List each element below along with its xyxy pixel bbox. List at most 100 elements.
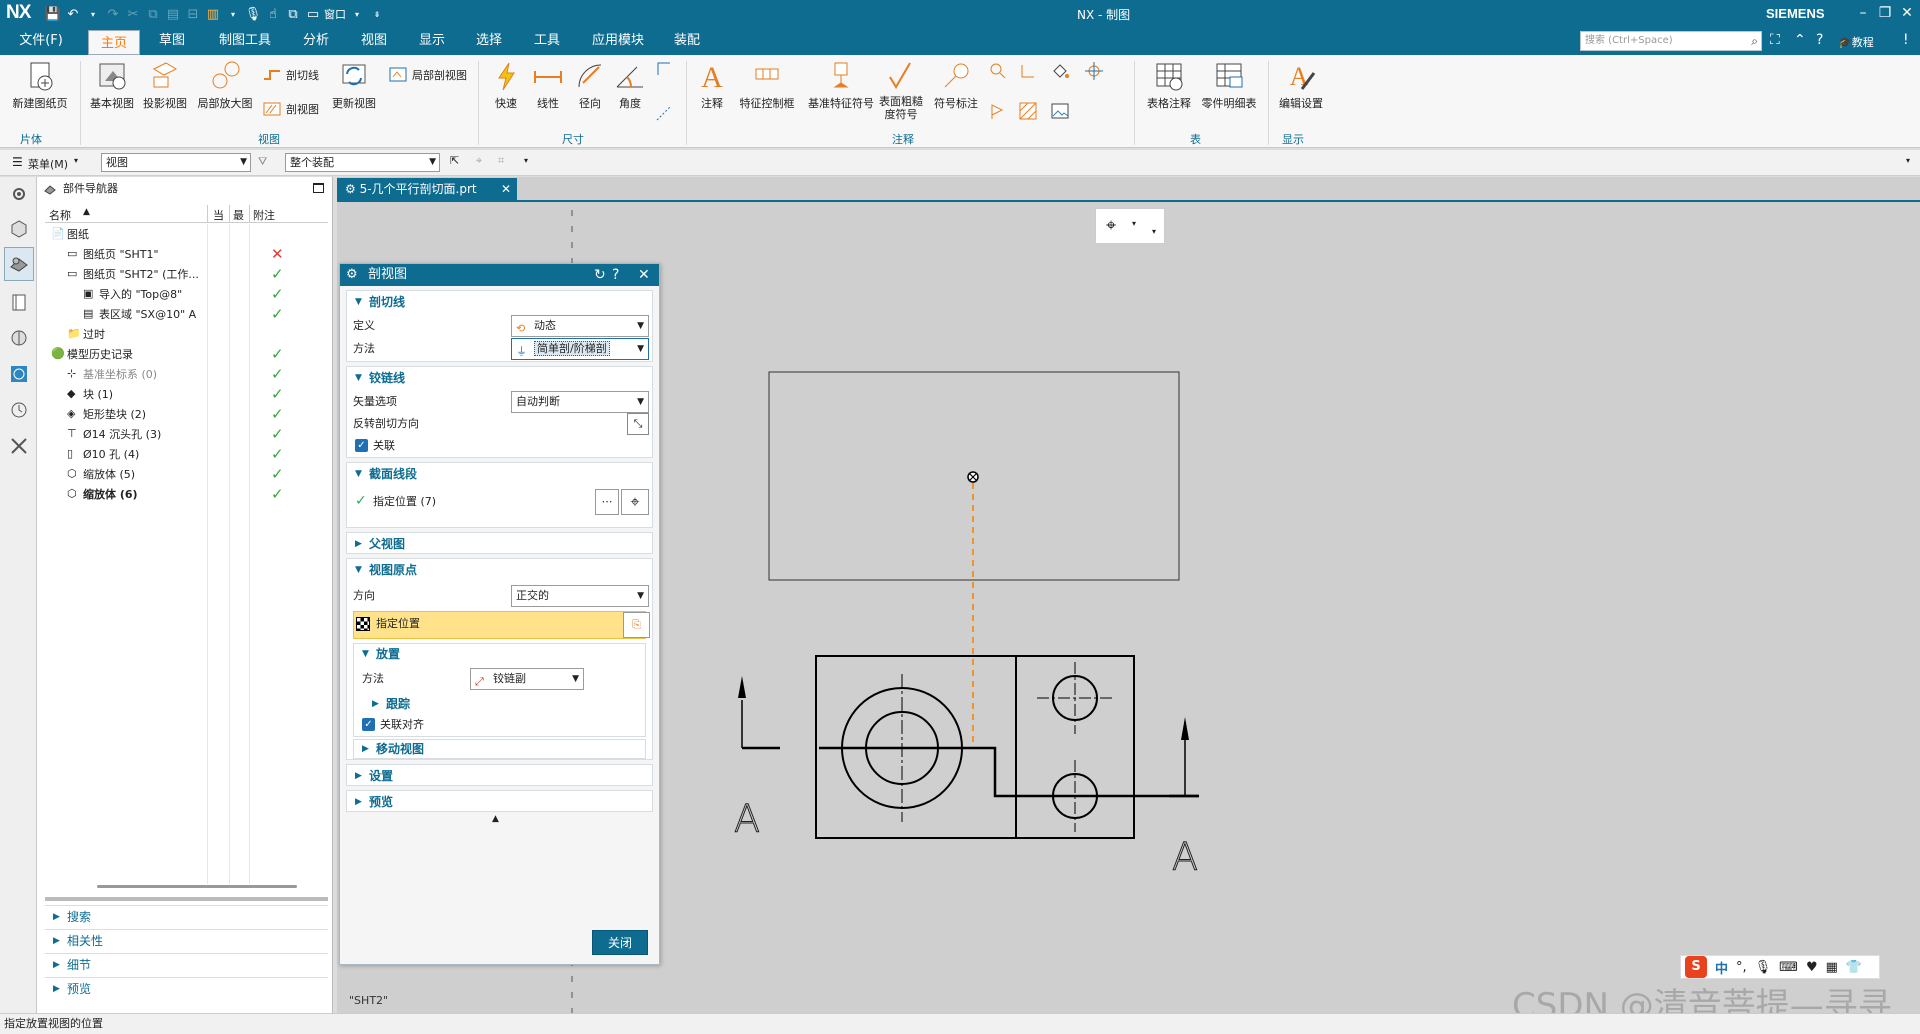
collapse-dialog-icon[interactable]: ▲ [492, 814, 499, 824]
chamfer-dimension-button[interactable] [654, 103, 674, 123]
detail-view-button[interactable]: 局部放大图 [195, 59, 255, 111]
parts-list-button[interactable]: 零件明细表 [1198, 59, 1260, 111]
angular-dimension-button[interactable]: 角度 [612, 59, 648, 111]
surface-finish-button[interactable]: 表面粗糙度符号 [876, 59, 926, 121]
document-tab[interactable]: ⚙ 5-几个平行剖切面.prt ✕ [337, 178, 517, 200]
update-view-button[interactable]: 更新视图 [328, 59, 380, 111]
menu-view[interactable]: 视图 [352, 27, 396, 55]
paste-icon[interactable]: ▤ [164, 5, 182, 23]
keyboard-icon[interactable]: ⌨ [1779, 960, 1798, 975]
toolbox-icon[interactable]: ▦ [1826, 960, 1838, 975]
projected-view-button[interactable]: 投影视图 [140, 59, 190, 111]
reuse-library-icon[interactable] [6, 289, 32, 315]
view-origin-header[interactable]: ▼ 视图原点 [347, 559, 652, 581]
dropdown-icon[interactable]: ▾ [84, 5, 102, 23]
break-out-section-button[interactable]: 局部剖视图 [388, 65, 467, 85]
point-dialog-button[interactable]: ⋯ [595, 489, 619, 515]
ime-language[interactable]: 中 [1715, 958, 1728, 977]
assembly-navigator-icon[interactable] [6, 215, 32, 241]
menu-assembly[interactable]: 装配 [665, 27, 709, 55]
switch-window-icon[interactable]: ⧉ [284, 5, 302, 23]
process-studio-icon[interactable] [6, 433, 32, 459]
method-select[interactable]: ⏚ 简单剖/阶梯剖 ▼ [511, 338, 649, 360]
datum-feature-symbol-button[interactable]: 基准特征符号 [806, 59, 876, 111]
restore-button[interactable]: ❐ [1874, 2, 1896, 24]
menu-sketch[interactable]: 草图 [150, 27, 194, 55]
feature-control-frame-button[interactable]: 特征控制框 [736, 59, 798, 111]
settings-group[interactable]: ▶ 设置 [346, 764, 653, 786]
menu-button[interactable]: 菜单(M) [28, 156, 68, 172]
customize-icon[interactable]: ⇟ [368, 5, 386, 23]
web-browser-icon[interactable] [6, 361, 32, 387]
menu-home[interactable]: 主页 [88, 30, 140, 55]
center-mark-button[interactable] [1084, 61, 1104, 81]
tree-row[interactable]: ▣ 导入的 "Top@8" ✓ [45, 284, 328, 304]
window-icon[interactable]: ▭ [304, 5, 322, 23]
section-segments-header[interactable]: ▼ 截面线段 [347, 463, 652, 485]
tree-row[interactable]: ▭ 图纸页 "SHT2" (工作... ✓ [45, 264, 328, 284]
column-latest[interactable]: 最 [233, 207, 244, 223]
help-icon[interactable]: ? [1816, 32, 1823, 48]
search-icon[interactable]: ⌕ [1751, 32, 1758, 50]
punctuation-icon[interactable]: °, [1736, 960, 1747, 975]
tutorial-link[interactable]: 🎓教程 [1838, 34, 1874, 50]
sort-asc-icon[interactable]: ▲ [83, 207, 90, 217]
settings-icon[interactable] [6, 181, 32, 207]
select-icon[interactable]: ⌖ [476, 154, 482, 168]
associative-align-checkbox[interactable]: ✓ [362, 718, 375, 731]
menu-icon[interactable]: ☰ [12, 155, 23, 169]
microphone-icon[interactable]: 🎙 [1755, 960, 1772, 975]
preview-group[interactable]: ▶ 预览 [346, 790, 653, 812]
associative-checkbox[interactable]: ✓ [355, 439, 368, 452]
hinge-line-header[interactable]: ▼ 铰链线 [347, 367, 652, 389]
help-icon[interactable]: ? [612, 264, 619, 286]
menu-display[interactable]: 显示 [410, 27, 454, 55]
tree-row[interactable]: ▭ 图纸页 "SHT1" ✕ [45, 244, 328, 264]
window-menu[interactable]: 窗口 [324, 5, 346, 23]
scope-filter-select[interactable]: 整个装配 ▼ [285, 153, 440, 172]
column-note[interactable]: 附注 [253, 207, 275, 223]
hatch-button[interactable] [1018, 101, 1038, 121]
tree-row[interactable]: ⬡ 缩放体 (6) ✓ [45, 484, 328, 504]
tree-row[interactable]: ▤ 表区域 "SX@10" A ✓ [45, 304, 328, 324]
new-sheet-button[interactable]: 新建图纸页 [10, 59, 70, 111]
note-button[interactable]: A 注释 [694, 59, 730, 111]
select-more-icon[interactable]: ⌗ [498, 154, 504, 168]
specify-location-row[interactable]: 指定位置 [353, 611, 646, 639]
point-snap-button[interactable]: ⌖ [621, 489, 649, 515]
column-name[interactable]: 名称 [49, 207, 71, 223]
linear-dimension-button[interactable]: 线性 [530, 59, 566, 111]
section-view-button[interactable]: 剖视图 [262, 99, 319, 119]
hd3d-tools-icon[interactable] [6, 325, 32, 351]
edit-settings-button[interactable]: A 编辑设置 [1276, 59, 1326, 111]
vector-option-select[interactable]: 自动判断 ▼ [511, 391, 649, 413]
dropdown-icon[interactable]: ▾ [224, 5, 242, 23]
dropdown-icon[interactable]: ▾ [348, 5, 366, 23]
microphone-icon[interactable]: 🎙 [244, 5, 262, 23]
menu-select[interactable]: 选择 [467, 27, 511, 55]
alert-icon[interactable]: ! [1903, 32, 1909, 48]
maximize-icon[interactable] [313, 183, 324, 193]
dropdown-icon[interactable]: ▾ [524, 156, 528, 165]
touch-mode-icon[interactable]: ☝ [264, 5, 282, 23]
cut-icon[interactable]: ✂ [124, 5, 142, 23]
dropdown-icon[interactable]: ▾ [1152, 227, 1156, 236]
section-line-button[interactable]: 剖切线 [262, 65, 319, 85]
placement-method-select[interactable]: ⤢ 铰链副 ▼ [470, 668, 584, 690]
section-cutline-header[interactable]: ▼ 剖切线 [347, 291, 652, 313]
snap-settings-icon[interactable]: ⇱ [450, 154, 459, 167]
panel-details[interactable]: ▶ 细节 [45, 953, 328, 975]
filter-icon[interactable]: ⛛ [258, 155, 267, 169]
menu-application[interactable]: 应用模块 [585, 27, 651, 55]
panel-dependencies[interactable]: ▶ 相关性 [45, 929, 328, 951]
save-icon[interactable]: 💾 [44, 5, 62, 23]
weld-symbol-button[interactable] [988, 61, 1008, 81]
close-icon[interactable]: ✕ [638, 264, 650, 286]
tree-row[interactable]: ⬡ 缩放体 (5) ✓ [45, 464, 328, 484]
tree-row[interactable]: ▯ Ø10 孔 (4) ✓ [45, 444, 328, 464]
track-header[interactable]: ▶ 跟踪 [364, 694, 410, 714]
delete-icon[interactable]: ⊟ [184, 5, 202, 23]
place-view-button[interactable]: ⎘ [623, 612, 650, 638]
skin-icon[interactable]: ♥ [1806, 960, 1818, 975]
reset-icon[interactable]: ↻ [594, 264, 606, 286]
